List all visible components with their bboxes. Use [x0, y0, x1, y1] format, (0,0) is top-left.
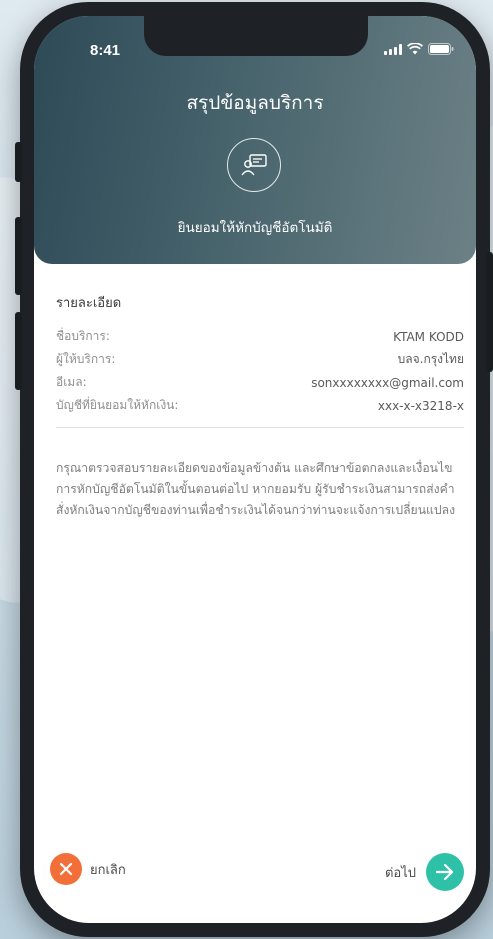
close-icon — [50, 853, 82, 885]
wifi-icon — [407, 43, 423, 55]
status-icons — [384, 43, 454, 55]
phone-frame: 8:41 สรุปข้อมูลบริการ ยินยอมให้หักบัญชีอ… — [15, 2, 493, 937]
consent-notice: กรุณาตรวจสอบรายละเอียดของข้อมูลข้างต้น แ… — [56, 461, 456, 517]
phone-screen: 8:41 สรุปข้อมูลบริการ ยินยอมให้หักบัญชีอ… — [34, 16, 476, 923]
mute-switch — [15, 142, 22, 182]
detail-label: ผู้ให้บริการ: — [56, 352, 116, 366]
page-title: สรุปข้อมูลบริการ — [186, 92, 324, 114]
detail-row-account: บัญชีที่ยินยอมให้หักเงิน: xxx-x-x3218-x — [56, 394, 464, 417]
person-card-icon — [227, 138, 281, 192]
detail-label: อีเมล: — [56, 375, 87, 389]
detail-value: บลจ.กรุงไทย — [397, 352, 464, 366]
battery-icon — [428, 43, 454, 55]
page-subtitle: ยินยอมให้หักบัญชีอัตโนมัติ — [177, 220, 333, 236]
cancel-label: ยกเลิก — [90, 862, 126, 878]
detail-value: KTAM KODD — [393, 329, 464, 344]
footer-actions: ยกเลิก ต่อไป — [34, 841, 476, 923]
status-time: 8:41 — [90, 42, 121, 59]
details-title: รายละเอียด — [56, 296, 122, 311]
detail-row-email: อีเมล: sonxxxxxxxx@gmail.com — [56, 371, 464, 394]
arrow-right-icon — [426, 853, 464, 891]
detail-label: บัญชีที่ยินยอมให้หักเงิน: — [56, 398, 179, 412]
details-section: รายละเอียด ชื่อบริการ: KTAM KODD ผู้ให้บ… — [56, 292, 464, 428]
detail-value: sonxxxxxxxx@gmail.com — [311, 375, 464, 390]
cancel-button[interactable]: ยกเลิก — [50, 853, 126, 885]
detail-label: ชื่อบริการ: — [56, 329, 110, 343]
next-button[interactable]: ต่อไป — [385, 853, 464, 891]
power-button — [486, 252, 493, 372]
notch — [144, 16, 368, 56]
signal-icon — [384, 43, 402, 55]
volume-up-button — [15, 217, 22, 295]
divider — [56, 427, 464, 428]
detail-row-service: ชื่อบริการ: KTAM KODD — [56, 325, 464, 348]
summary-header: 8:41 สรุปข้อมูลบริการ ยินยอมให้หักบัญชีอ… — [34, 16, 476, 264]
volume-down-button — [15, 312, 22, 390]
detail-row-provider: ผู้ให้บริการ: บลจ.กรุงไทย — [56, 348, 464, 371]
detail-value: xxx-x-x3218-x — [377, 398, 464, 413]
next-label: ต่อไป — [384, 865, 416, 881]
